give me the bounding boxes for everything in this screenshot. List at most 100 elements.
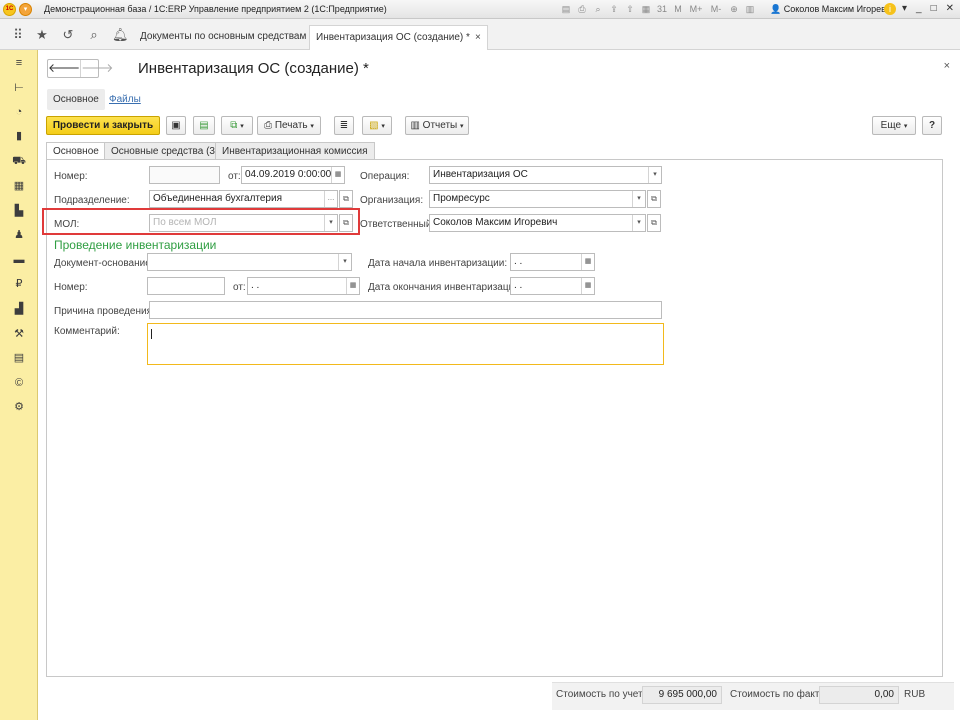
memory-plus-icon[interactable]: M+: [688, 3, 704, 15]
open-mol-icon[interactable]: ⧉: [339, 214, 353, 232]
history-icon[interactable]: ↺: [60, 27, 76, 43]
export-icon[interactable]: ⇪: [608, 3, 620, 15]
department-field[interactable]: Объединенная бухгалтерия…: [149, 190, 338, 208]
end-date-value: . .: [514, 280, 523, 291]
forward-arrow-icon[interactable]: 🡒: [80, 60, 113, 77]
print-icon[interactable]: ⎙: [576, 3, 588, 15]
reports-button[interactable]: ▥ Отчеты ▾: [405, 116, 469, 135]
attachments-button[interactable]: ▧ ▾: [362, 116, 392, 135]
factory-icon[interactable]: ▙: [11, 203, 27, 219]
close-tab-icon[interactable]: ×: [475, 32, 481, 43]
basis-document-field[interactable]: ▾: [147, 253, 352, 271]
settings-gear-icon[interactable]: ⚙: [11, 399, 27, 415]
help-button[interactable]: ?: [922, 116, 942, 135]
more-label: Еще: [880, 120, 902, 131]
search-icon[interactable]: ⌕: [86, 27, 102, 43]
calculator-icon[interactable]: ▦: [640, 3, 652, 15]
tab-inventory-create[interactable]: Инвентаризация ОС (создание) * ×: [309, 25, 488, 50]
maximize-icon[interactable]: □: [931, 3, 937, 14]
organization-value: Промресурс: [433, 193, 490, 204]
search-icon[interactable]: ⌕: [592, 3, 604, 15]
memory-minus-icon[interactable]: M-: [708, 3, 724, 15]
warehouse-icon[interactable]: ▦: [11, 178, 27, 194]
calendar-icon[interactable]: ▦: [346, 278, 359, 294]
save-button[interactable]: ▣: [166, 116, 186, 135]
back-arrow-icon[interactable]: 🡐: [48, 60, 80, 77]
calendar-icon[interactable]: ▦: [331, 167, 344, 183]
pie-chart-icon[interactable]: ◔: [11, 104, 27, 120]
current-user[interactable]: 👤 Соколов Максим Игоревич: [770, 4, 896, 15]
apps-grid-icon[interactable]: ⠿: [10, 27, 26, 43]
save-icon[interactable]: ▤: [560, 3, 572, 15]
bar-chart-icon[interactable]: ▟: [11, 301, 27, 317]
responsible-field[interactable]: Соколов Максим Игоревич ▾: [429, 214, 646, 232]
inventory-section-title: Проведение инвентаризации: [54, 238, 217, 252]
org-structure-icon[interactable]: ⊢: [11, 80, 27, 96]
select-ellipsis-icon[interactable]: …: [324, 191, 337, 207]
tab-label: Документы по основным средствам: [140, 31, 307, 42]
subtab-files[interactable]: Файлы: [103, 89, 147, 110]
more-button[interactable]: Еще ▾: [872, 116, 916, 135]
main-menu-icon[interactable]: ▾: [19, 3, 32, 16]
organization-field[interactable]: Промресурс ▾: [429, 190, 646, 208]
chevron-down-icon[interactable]: ▾: [632, 215, 645, 231]
document-date-field[interactable]: 04.09.2019 0:00:00 ▦: [241, 166, 345, 184]
dropdown-icon[interactable]: ▾: [902, 3, 907, 14]
chevron-down-icon[interactable]: ▾: [648, 167, 661, 183]
menu-list-icon[interactable]: ≡: [11, 55, 27, 71]
top-navbar: ⠿ ★ ↺ ⌕ 🔔︎ Документы по основным средств…: [0, 19, 960, 50]
open-responsible-icon[interactable]: ⧉: [647, 214, 661, 232]
chevron-down-icon[interactable]: ▾: [632, 191, 645, 207]
copyright-icon[interactable]: ©: [11, 375, 27, 391]
reason-label: Причина проведения:: [54, 306, 155, 317]
upload-icon[interactable]: ⇧: [624, 3, 636, 15]
notifications-bell-icon[interactable]: 🔔︎: [112, 27, 129, 43]
mol-placeholder: По всем МОЛ: [153, 217, 217, 228]
app-logo[interactable]: 1С: [3, 3, 16, 16]
zoom-icon[interactable]: ⊕: [728, 3, 740, 15]
calendar-icon[interactable]: 31: [656, 3, 668, 15]
currency-icon[interactable]: ₽: [11, 276, 27, 292]
structure-button[interactable]: ≣: [334, 116, 354, 135]
number-field[interactable]: [149, 166, 220, 184]
start-date-field[interactable]: . . ▦: [510, 253, 595, 271]
minimize-icon[interactable]: _: [916, 3, 922, 14]
reason-field[interactable]: [149, 301, 662, 319]
post-and-close-button[interactable]: Провести и закрыть: [46, 116, 160, 135]
start-date-label: Дата начала инвентаризации:: [368, 258, 508, 269]
person-icon[interactable]: ♟: [11, 227, 27, 243]
end-date-field[interactable]: . . ▦: [510, 277, 595, 295]
text-cursor: [151, 329, 152, 339]
operation-select[interactable]: Инвентаризация ОС ▾: [429, 166, 662, 184]
document-icon[interactable]: ▤: [11, 350, 27, 366]
tab-inventory-commission[interactable]: Инвентаризационная комиссия: [215, 142, 375, 160]
cart-icon[interactable]: ⛟: [11, 153, 27, 169]
tab-fixed-assets[interactable]: Основные средства (3): [104, 142, 226, 160]
calendar-icon[interactable]: ▦: [581, 278, 594, 294]
window-title: Демонстрационная база / 1С:ERP Управлени…: [44, 4, 387, 14]
print-icon: ⎙: [264, 120, 273, 131]
basis-number-field[interactable]: [147, 277, 225, 295]
subtab-main[interactable]: Основное: [47, 89, 105, 110]
create-based-on-button[interactable]: ⧉ ▾: [221, 116, 253, 135]
favorites-star-icon[interactable]: ★: [34, 27, 50, 43]
comment-textarea[interactable]: [147, 323, 664, 365]
panel-icon[interactable]: ▥: [744, 3, 756, 15]
print-button[interactable]: ⎙ Печать ▾: [257, 116, 321, 135]
card-icon[interactable]: ▬: [11, 252, 27, 268]
chevron-down-icon[interactable]: ▾: [338, 254, 351, 270]
mol-field[interactable]: По всем МОЛ ▾: [149, 214, 338, 232]
open-department-icon[interactable]: ⧉: [339, 190, 353, 208]
tab-documents-fixed-assets[interactable]: Документы по основным средствам×: [134, 25, 323, 50]
calendar-icon[interactable]: ▦: [581, 254, 594, 270]
bag-icon[interactable]: ▮: [11, 128, 27, 144]
close-window-icon[interactable]: ✕: [946, 3, 954, 14]
basis-date-field[interactable]: . . ▦: [247, 277, 360, 295]
open-organization-icon[interactable]: ⧉: [647, 190, 661, 208]
post-button[interactable]: ▤: [193, 116, 215, 135]
tools-icon[interactable]: ⚒: [11, 326, 27, 342]
chevron-down-icon[interactable]: ▾: [324, 215, 337, 231]
memory-m-icon[interactable]: M: [672, 3, 684, 15]
info-icon[interactable]: i: [884, 3, 896, 15]
close-form-icon[interactable]: ×: [944, 60, 950, 72]
